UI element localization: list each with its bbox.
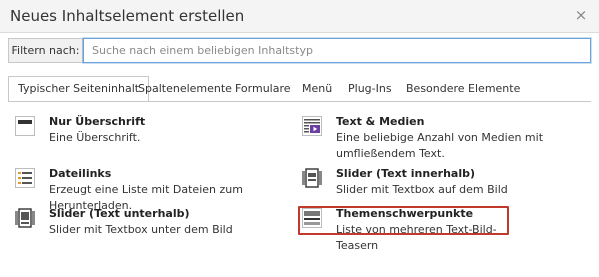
item-desc: Liste von mehreren Text-Bild-Teasern: [336, 223, 497, 252]
search-input[interactable]: [83, 38, 591, 63]
header-icon: [15, 116, 35, 136]
item-title: Nur Überschrift: [49, 115, 146, 128]
slider-icon: [15, 208, 35, 228]
tab-typischer-seiteninhalt[interactable]: Typischer Seiteninhalt: [8, 76, 150, 102]
item-title: Slider (Text unterhalb): [49, 207, 190, 220]
modal-header: Neues Inhaltselement erstellen ×: [0, 0, 599, 33]
content-type-slider-inside[interactable]: Slider (Text innerhalb) Slider mit Textb…: [302, 167, 552, 201]
filter-label: Filtern nach:: [8, 38, 83, 63]
modal-title: Neues Inhaltselement erstellen: [10, 7, 245, 25]
slider-icon: [302, 168, 322, 188]
item-desc: Eine Überschrift.: [49, 131, 141, 144]
content-type-themenschwerpunkte[interactable]: Themenschwerpunkte Liste von mehreren Te…: [302, 207, 507, 252]
item-desc: Slider mit Textbox auf dem Bild: [336, 183, 508, 196]
item-title: Slider (Text innerhalb): [336, 167, 476, 180]
item-desc: Eine beliebige Anzahl von Medien mit umf…: [336, 131, 544, 160]
tab-menue[interactable]: Menü: [302, 76, 332, 102]
content-type-filelinks[interactable]: Dateilinks Erzeugt eine Liste mit Dateie…: [15, 167, 285, 212]
item-desc: Slider mit Textbox unter dem Bild: [49, 223, 233, 236]
filelinks-icon: [15, 168, 35, 188]
tab-formulare[interactable]: Formulare: [235, 76, 291, 102]
filter-row: Filtern nach:: [8, 38, 591, 63]
item-title: Dateilinks: [49, 167, 112, 180]
tab-spaltenelemente[interactable]: Spaltenelemente: [138, 76, 232, 102]
item-title: Text & Medien: [336, 115, 425, 128]
content-type-slider-below[interactable]: Slider (Text unterhalb) Slider mit Textb…: [15, 207, 275, 241]
tab-besondere-elemente[interactable]: Besondere Elemente: [406, 76, 520, 102]
close-icon[interactable]: ×: [573, 7, 589, 23]
item-title: Themenschwerpunkte: [336, 207, 474, 220]
content-type-header[interactable]: Nur Überschrift Eine Überschrift.: [15, 115, 275, 149]
tab-plugins[interactable]: Plug-Ins: [348, 76, 392, 102]
textmedia-icon: [302, 116, 322, 136]
content-type-textmedia[interactable]: Text & Medien Eine beliebige Anzahl von …: [302, 115, 592, 161]
tab-bar: Typischer Seiteninhalt Spaltenelemente F…: [8, 76, 591, 102]
teaser-icon: [302, 208, 322, 228]
